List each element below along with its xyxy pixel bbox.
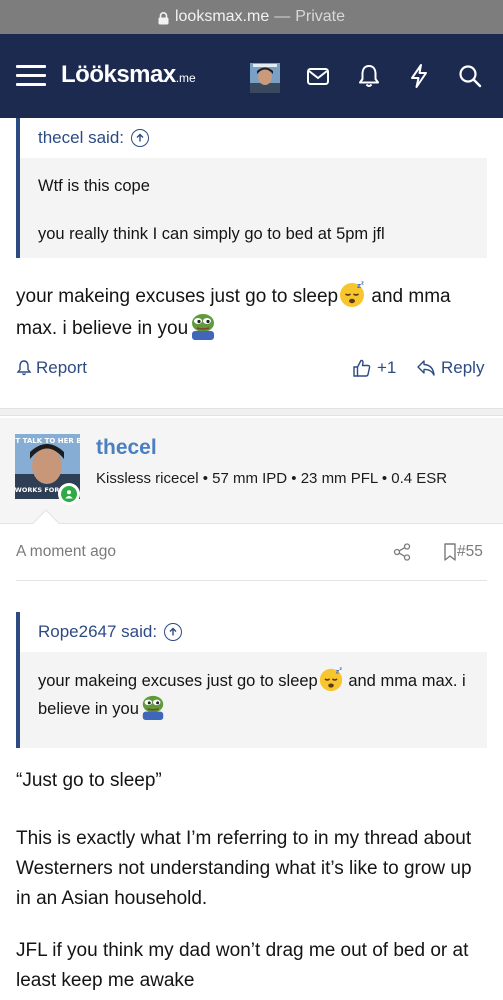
logo-text: Lööksmax: [61, 61, 176, 88]
url-domain: looksmax.me: [174, 8, 270, 25]
url-separator: —: [274, 8, 291, 25]
like-button[interactable]: +1: [352, 358, 396, 378]
svg-text:z: z: [339, 667, 342, 672]
post-number[interactable]: #55: [457, 543, 483, 561]
quote-author[interactable]: Rope2647 said:: [38, 622, 157, 642]
post-paragraph: This is exactly what I’m referring to in…: [16, 828, 472, 909]
avatar[interactable]: [250, 63, 280, 93]
quote-header[interactable]: Rope2647 said:: [20, 612, 487, 652]
quote-body: Wtf is this cope you really think I can …: [20, 158, 487, 258]
sleeping-face-icon: z z: [340, 281, 365, 307]
post-meta: A moment ago #55: [16, 540, 487, 564]
post-paragraph: “Just go to sleep”: [16, 770, 162, 791]
bell-icon[interactable]: [356, 63, 382, 89]
search-icon[interactable]: [457, 63, 483, 89]
site-logo[interactable]: Lööksmax.me: [61, 61, 196, 89]
quote-author[interactable]: thecel said:: [38, 128, 124, 148]
online-status-icon: [58, 483, 80, 505]
reply-label: Reply: [441, 358, 485, 377]
svg-text:z: z: [361, 281, 364, 287]
post-time[interactable]: A moment ago: [16, 543, 116, 561]
sleeping-face-icon: z z: [319, 667, 342, 692]
quote-line: Wtf is this cope: [38, 177, 150, 195]
post-message: your makeing excuses just go to sleep z …: [16, 280, 491, 344]
quote-line: your makeing excuses just go to sleep: [38, 672, 318, 690]
mail-icon[interactable]: [305, 63, 331, 89]
private-label: Private: [295, 8, 346, 25]
logo-tld: .me: [175, 71, 196, 85]
message-text: your makeing excuses just go to sleep: [16, 286, 339, 307]
menu-icon[interactable]: [16, 61, 46, 89]
post-user-info: JUST TALK TO HER BRO WORKS FOR thecel Ki…: [0, 418, 503, 524]
post-actions: Report +1 Reply: [16, 354, 487, 384]
speech-caret: [32, 509, 60, 525]
pepe-icon: [192, 314, 215, 340]
report-label: Report: [36, 358, 88, 377]
bolt-icon[interactable]: [406, 63, 432, 89]
quote-body: your makeing excuses just go to sleep z …: [20, 652, 487, 748]
post-divider: [0, 408, 503, 416]
reply-icon: [417, 360, 435, 376]
divider: [16, 580, 487, 581]
post-paragraph: JFL if you think my dad won’t drag me ou…: [16, 940, 469, 991]
site-header: Lööksmax.me: [0, 34, 503, 118]
browser-url-bar[interactable]: looksmax.me — Private: [0, 0, 503, 34]
avatar-caption: WORKS FOR: [15, 486, 59, 494]
bell-icon: [16, 360, 32, 376]
post-quote: thecel said: Wtf is this cope you really…: [16, 118, 487, 258]
report-button[interactable]: Report: [16, 358, 87, 378]
post-quote: Rope2647 said: your makeing excuses just…: [16, 612, 487, 748]
user-title: Kissless ricecel • 57 mm IPD • 23 mm PFL…: [96, 470, 448, 487]
lock-icon: [158, 11, 169, 24]
share-icon[interactable]: [393, 543, 411, 561]
pepe-icon: [142, 695, 164, 720]
bookmark-icon[interactable]: [442, 542, 458, 562]
avatar-caption: JUST TALK TO HER BRO: [15, 437, 80, 445]
arrow-up-icon[interactable]: [131, 129, 149, 147]
thumbs-up-icon: [353, 359, 371, 377]
reply-button[interactable]: Reply: [416, 358, 484, 378]
username[interactable]: thecel: [96, 436, 157, 460]
quote-line: you really think I can simply go to bed …: [38, 225, 385, 243]
like-count: +1: [377, 358, 397, 377]
arrow-up-icon[interactable]: [164, 623, 183, 641]
quote-header[interactable]: thecel said:: [20, 118, 487, 158]
